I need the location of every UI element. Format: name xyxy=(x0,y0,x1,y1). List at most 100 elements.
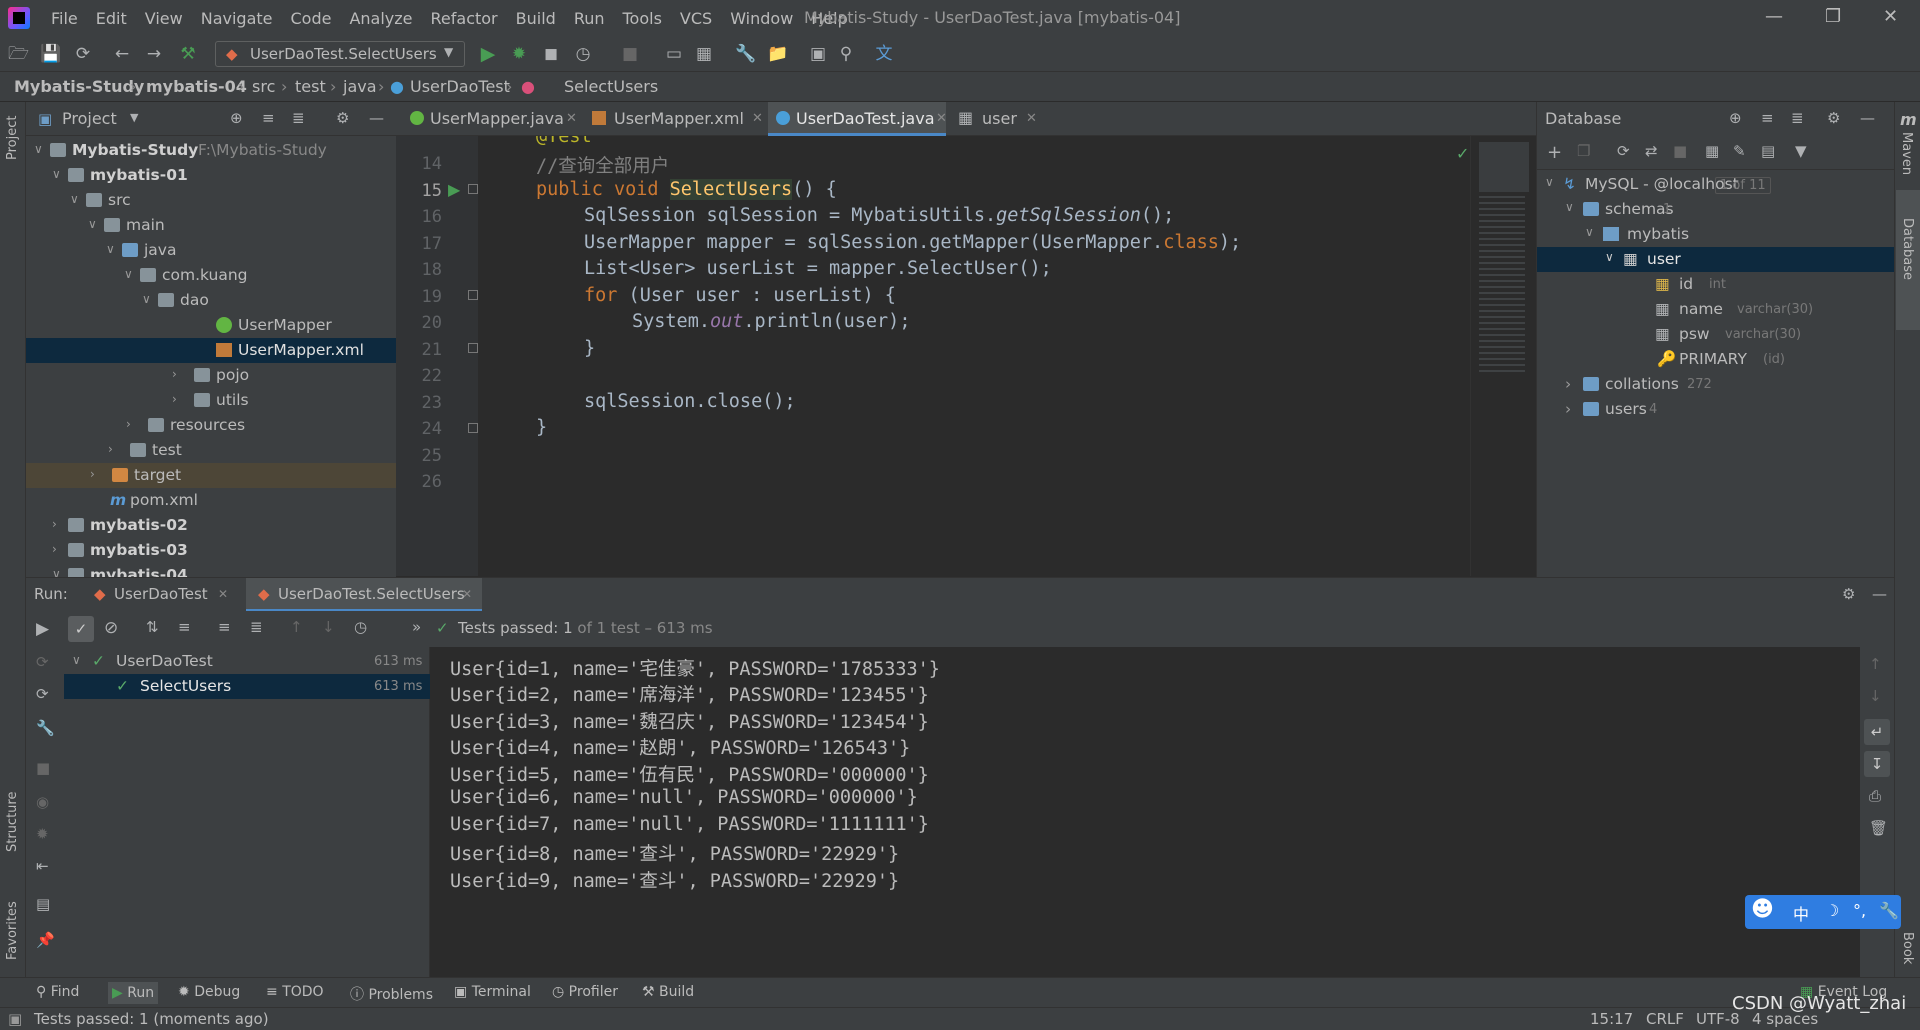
code-minimap[interactable] xyxy=(1470,136,1536,576)
locate-icon[interactable]: ⊕ xyxy=(230,109,243,127)
pin-icon[interactable]: 📌 xyxy=(36,931,55,949)
save-icon[interactable]: 💾 xyxy=(40,44,61,64)
tree-item-file[interactable]: m pom.xml xyxy=(26,488,396,513)
tool-tab-profiler[interactable]: ◷ Profiler xyxy=(552,984,618,1000)
camera-icon[interactable]: ◉ xyxy=(36,793,49,811)
close-window-icon[interactable]: ✕ xyxy=(1883,6,1898,27)
debug-icon[interactable]: ✹ xyxy=(509,44,529,64)
tree-item-root[interactable]: ∨ Mybatis-Study F:\Mybatis-Study xyxy=(26,138,396,163)
debug-bug-icon[interactable]: ✹ xyxy=(36,825,49,843)
chevron-down-icon[interactable]: ∨ xyxy=(52,567,64,577)
db-users-node[interactable]: › users 4 xyxy=(1537,397,1895,422)
menu-edit[interactable]: Edit xyxy=(87,9,136,28)
gear-icon[interactable]: ⚙ xyxy=(1827,109,1840,127)
translate-icon[interactable]: 文 xyxy=(874,44,894,64)
next-test-icon[interactable]: ↓ xyxy=(322,618,335,636)
tree-item-file-selected[interactable]: UserMapper.xml xyxy=(26,338,396,363)
gear-icon[interactable]: ⚙ xyxy=(336,109,349,127)
tab-user-table[interactable]: ▦ user ✕ xyxy=(952,102,1042,136)
stop-icon[interactable]: ■ xyxy=(1673,142,1687,160)
tool-tab-build[interactable]: ⚒ Build xyxy=(642,984,694,1000)
run-test-gutter-icon[interactable]: ▶ xyxy=(448,180,460,199)
menu-run[interactable]: Run xyxy=(565,9,614,28)
menu-window[interactable]: Window xyxy=(721,9,802,28)
run-tab-selectusers[interactable]: ◆ UserDaoTest.SelectUsers ✕ xyxy=(246,578,482,612)
tool-tab-debug[interactable]: ✹ Debug xyxy=(178,984,240,1000)
test-case-row[interactable]: ✓ SelectUsers 613 ms xyxy=(64,674,430,699)
print-icon[interactable]: ⎙ xyxy=(1869,787,1881,805)
project-structure-icon[interactable]: 📁 xyxy=(767,44,788,64)
tree-item-folder[interactable]: ∨ main xyxy=(26,213,396,238)
db-column[interactable]: ▦ id int xyxy=(1537,272,1895,297)
console-icon[interactable]: ▤ xyxy=(1761,142,1775,160)
chevron-down-icon[interactable]: ∨ xyxy=(1545,175,1554,189)
scroll-to-end-icon[interactable]: ↧ xyxy=(1864,751,1890,777)
menu-vcs[interactable]: VCS xyxy=(671,9,721,28)
locate-icon[interactable]: ⊕ xyxy=(1729,109,1742,127)
open-folder-icon[interactable]: 🗁 xyxy=(8,44,29,64)
chevron-right-icon[interactable]: › xyxy=(1565,375,1571,393)
more-icon[interactable]: » xyxy=(412,618,421,636)
profile-icon[interactable]: ◷ xyxy=(573,44,593,64)
sort-duration-icon[interactable]: ≡ xyxy=(178,618,191,636)
hide-icon[interactable]: — xyxy=(369,109,384,127)
back-icon[interactable]: ← xyxy=(112,44,132,64)
stripe-maven[interactable]: Maven xyxy=(1899,132,1914,175)
device-icon[interactable]: ▭ xyxy=(664,44,684,64)
chevron-down-icon[interactable]: ∨ xyxy=(124,267,136,281)
chevron-down-icon[interactable]: ∨ xyxy=(106,242,118,256)
stripe-favorites[interactable]: Favorites xyxy=(5,901,20,960)
project-panel-title[interactable]: Project xyxy=(62,109,117,128)
db-table-node-selected[interactable]: ∨ ▦ user xyxy=(1537,247,1895,272)
chevron-down-icon[interactable]: ∨ xyxy=(1585,225,1594,239)
soft-wrap-icon[interactable]: ↵ xyxy=(1864,719,1890,745)
chevron-right-icon[interactable]: › xyxy=(52,517,64,531)
menu-view[interactable]: View xyxy=(136,9,192,28)
show-passed-toggle[interactable]: ✓ xyxy=(68,616,94,642)
chevron-right-icon[interactable]: › xyxy=(172,367,184,381)
hide-icon[interactable]: — xyxy=(1872,585,1887,603)
tool-tab-problems[interactable]: ⓘ Problems xyxy=(350,984,433,1004)
filter-icon[interactable]: ▼ xyxy=(1795,142,1807,160)
down-arrow-icon[interactable]: ↓ xyxy=(1869,687,1882,705)
tree-item-folder[interactable]: ∨ src xyxy=(26,188,396,213)
tree-item-folder[interactable]: › resources xyxy=(26,413,396,438)
history-icon[interactable]: ◷ xyxy=(354,618,367,636)
run-config-select[interactable]: ◆ UserDaoTest.SelectUsers ▼ xyxy=(215,41,465,67)
menu-file[interactable]: File xyxy=(42,9,87,28)
sync-icon[interactable]: ⟳ xyxy=(73,44,93,64)
chevron-right-icon[interactable]: › xyxy=(108,442,120,456)
code-editor[interactable]: @Test //查询全部用户 public void SelectUsers()… xyxy=(478,136,1493,576)
rerun-icon[interactable]: ▶ xyxy=(36,619,49,639)
menu-analyze[interactable]: Analyze xyxy=(340,9,421,28)
run-icon[interactable]: ▶ xyxy=(478,44,498,64)
tree-item-module[interactable]: ∨ mybatis-04 xyxy=(26,563,396,577)
line-separator[interactable]: CRLF xyxy=(1646,1010,1684,1028)
crumb-module[interactable]: mybatis-04 xyxy=(146,77,247,96)
expand-all-icon[interactable]: ≡ xyxy=(218,618,231,636)
chevron-right-icon[interactable]: › xyxy=(52,542,64,556)
sort-alpha-icon[interactable]: ⇅ xyxy=(146,618,159,636)
caret-position[interactable]: 15:17 xyxy=(1590,1010,1633,1028)
db-collations-node[interactable]: › collations 272 xyxy=(1537,372,1895,397)
chevron-down-icon[interactable]: ∨ xyxy=(142,292,154,306)
wrench-icon[interactable]: 🔧 xyxy=(1879,901,1899,920)
gear-icon[interactable]: ⚙ xyxy=(1842,585,1855,603)
db-schema-node[interactable]: ∨ mybatis xyxy=(1537,222,1895,247)
stripe-book[interactable]: Book xyxy=(1900,932,1915,964)
wrench-icon[interactable]: 🔧 xyxy=(36,719,55,737)
punctuation-icon[interactable]: °, xyxy=(1853,901,1866,920)
maven-icon[interactable]: m xyxy=(1900,110,1917,129)
db-key[interactable]: 🔑 PRIMARY (id) xyxy=(1537,347,1895,372)
chevron-down-icon[interactable]: ∨ xyxy=(88,217,100,231)
tool-tab-find[interactable]: ⚲ Find xyxy=(36,984,79,1000)
forward-icon[interactable]: → xyxy=(144,44,164,64)
chevron-right-icon[interactable]: › xyxy=(126,417,138,431)
fold-icon[interactable] xyxy=(468,290,478,300)
run-tab-userdaotest[interactable]: ◆ UserDaoTest ✕ xyxy=(90,578,240,612)
close-tab-icon[interactable]: ✕ xyxy=(218,587,228,601)
refresh-icon[interactable]: ⟳ xyxy=(1617,142,1630,160)
menu-build[interactable]: Build xyxy=(507,9,565,28)
coverage-icon[interactable]: ◼ xyxy=(541,44,561,64)
console-output[interactable]: User{id=1, name='宅佳豪', PASSWORD='1785333… xyxy=(430,647,1860,977)
